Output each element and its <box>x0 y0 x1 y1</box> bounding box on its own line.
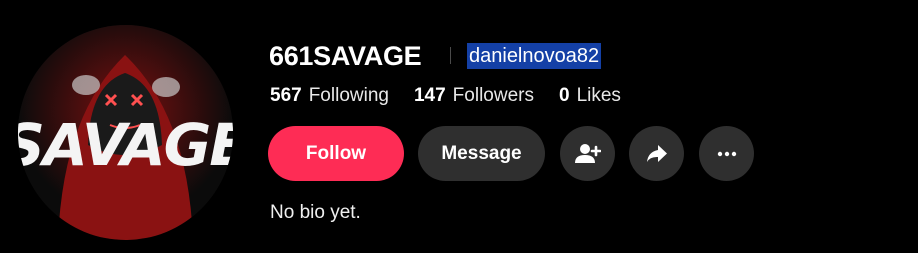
add-friend-button[interactable] <box>560 126 615 181</box>
add-user-icon <box>574 143 601 163</box>
stat-followers-value: 147 <box>413 85 446 106</box>
follow-button[interactable]: Follow <box>268 126 404 181</box>
more-horizontal-icon <box>717 151 736 156</box>
avatar-text: SAVAGE <box>18 111 233 179</box>
stat-followers[interactable]: 147 Followers <box>414 83 534 109</box>
bio-text: No bio yet. <box>270 202 361 223</box>
profile-stats: 567 Following 147 Followers 0 Likes <box>270 83 646 109</box>
message-button[interactable]: Message <box>418 126 545 181</box>
stat-likes-value: 0 <box>558 85 570 106</box>
display-name: 661SAVAGE <box>269 41 422 71</box>
share-button[interactable] <box>629 126 684 181</box>
stat-following[interactable]: 567 Following <box>270 83 389 109</box>
username-handle: danielnovoa82 <box>467 43 602 69</box>
stat-likes: 0 Likes <box>559 83 621 109</box>
avatar-image: SAVAGE <box>18 25 233 240</box>
stat-following-value: 567 <box>270 85 302 106</box>
share-arrow-icon <box>646 144 667 162</box>
stat-following-label: Following <box>308 85 389 106</box>
stat-likes-label: Likes <box>576 85 621 106</box>
name-separator <box>450 47 451 64</box>
avatar[interactable]: SAVAGE <box>18 25 233 240</box>
stat-followers-label: Followers <box>452 85 534 106</box>
more-options-button[interactable] <box>699 126 754 181</box>
